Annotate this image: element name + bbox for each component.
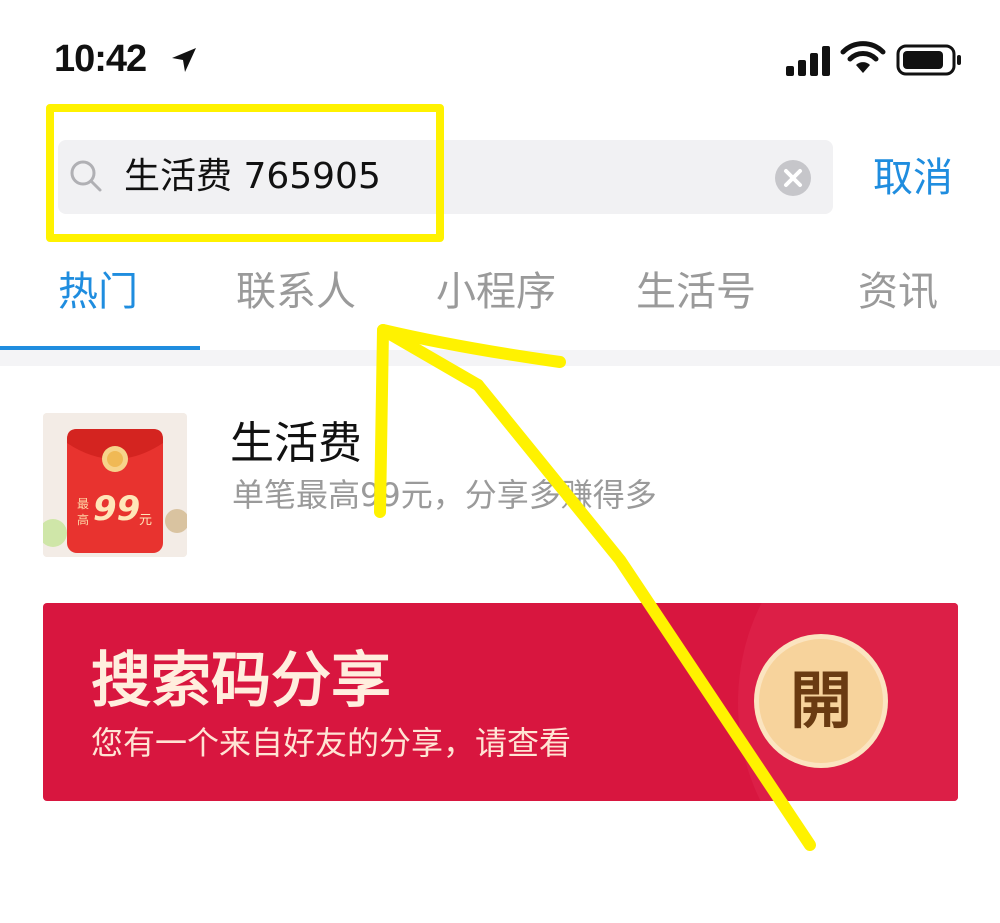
tab-bar: 热门 联系人 小程序 生活号 资讯 [0, 258, 1000, 351]
thumb-small-bottom: 高 [77, 513, 90, 527]
search-code-share-banner[interactable]: 搜索码分享 您有一个来自好友的分享，请查看 開 [43, 603, 958, 801]
search-input[interactable]: 生活费 765905 [124, 152, 381, 202]
status-time: 10:42 [54, 38, 147, 80]
tab-life-accounts[interactable]: 生活号 [636, 264, 756, 320]
banner-subtitle: 您有一个来自好友的分享，请查看 [91, 724, 572, 762]
location-arrow-icon [172, 48, 196, 72]
cancel-button[interactable]: 取消 [873, 150, 953, 206]
wifi-icon [840, 41, 886, 73]
search-result-item[interactable]: 最 高 99 元 生活费 单笔最高99元，分享多赚得多 [0, 380, 1000, 580]
clear-icon[interactable] [773, 158, 813, 198]
red-envelope-icon [43, 413, 187, 557]
tab-mini-programs[interactable]: 小程序 [436, 264, 556, 320]
status-bar: 10:42 [0, 0, 1000, 100]
thumb-unit: 元 [139, 513, 153, 528]
tab-news[interactable]: 资讯 [858, 264, 938, 320]
battery-icon [896, 44, 961, 76]
red-envelope-thumbnail: 最 高 99 元 [43, 413, 187, 557]
tab-contacts[interactable]: 联系人 [236, 264, 356, 320]
open-button[interactable]: 開 [759, 639, 883, 763]
signal-icon [786, 46, 830, 76]
tab-hot[interactable]: 热门 [58, 264, 138, 320]
result-subtitle: 单笔最高99元，分享多赚得多 [232, 476, 657, 514]
thumb-small-top: 最 [77, 497, 90, 511]
result-title: 生活费 [230, 418, 362, 469]
thumb-amount: 99 [93, 489, 141, 529]
section-divider [0, 350, 1000, 366]
search-icon [70, 160, 102, 192]
banner-title: 搜索码分享 [91, 646, 391, 716]
